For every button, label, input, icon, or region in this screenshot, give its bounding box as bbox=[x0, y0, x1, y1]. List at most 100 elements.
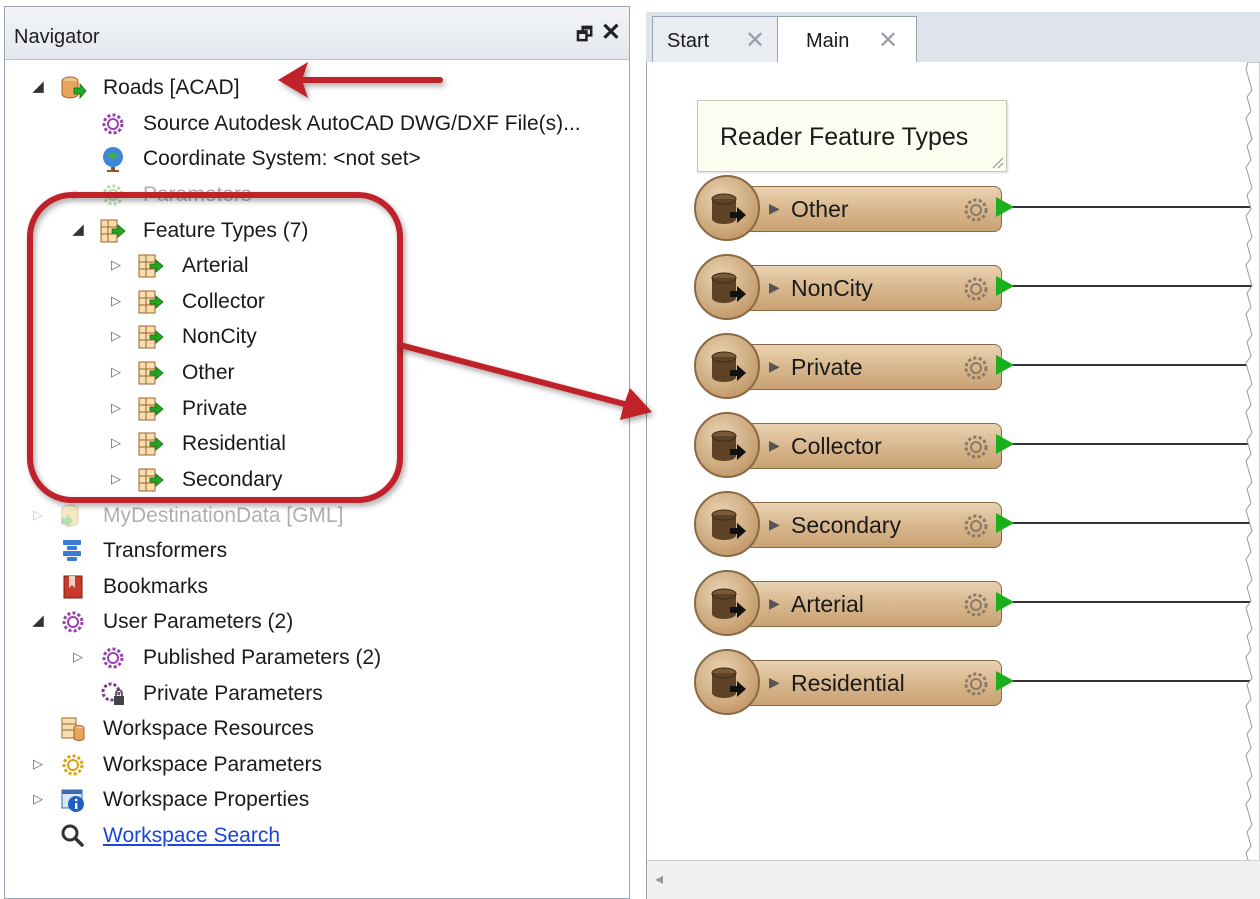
expand-arrow-icon[interactable]: ▷ bbox=[31, 506, 45, 524]
feature-type-noncity[interactable]: ▶ NonCity bbox=[694, 254, 1260, 320]
tree-item-workspace-resources[interactable]: Workspace Resources bbox=[5, 712, 625, 746]
output-port-icon[interactable] bbox=[996, 197, 1014, 217]
feature-type-body[interactable]: ▶ Arterial bbox=[734, 581, 1002, 627]
tree-item-label: Coordinate System: <not set> bbox=[143, 147, 421, 170]
gear-icon[interactable] bbox=[961, 353, 991, 383]
reader-badge bbox=[694, 254, 760, 320]
expand-arrow-icon[interactable]: ▷ bbox=[109, 292, 123, 310]
tab-bar: Start ✕ Main ✕ bbox=[646, 12, 1260, 63]
expand-arrow-icon[interactable]: ▷ bbox=[71, 648, 85, 666]
tree-item-mydestinationdata-gml[interactable]: ▷ MyDestinationData [GML] bbox=[5, 499, 625, 533]
expand-arrow-icon[interactable]: ▶ bbox=[769, 279, 780, 296]
tree-item-collector[interactable]: ▷ Collector bbox=[5, 285, 625, 319]
expand-arrow-icon[interactable]: ▷ bbox=[109, 434, 123, 452]
tree-item-other[interactable]: ▷ Other bbox=[5, 356, 625, 390]
tree-item-workspace-properties[interactable]: ▷ Workspace Properties bbox=[5, 783, 625, 817]
tree-item-workspace-search[interactable]: Workspace Search bbox=[5, 819, 625, 853]
tree-item-user-parameters-2[interactable]: ◢ User Parameters (2) bbox=[5, 605, 625, 639]
expand-arrow-icon[interactable]: ▷ bbox=[31, 790, 45, 808]
feature-type-secondary[interactable]: ▶ Secondary bbox=[694, 491, 1260, 557]
feature-type-body[interactable]: ▶ Private bbox=[734, 344, 1002, 390]
expand-arrow-icon[interactable]: ▷ bbox=[109, 470, 123, 488]
connection-line bbox=[1004, 680, 1260, 682]
reader-badge bbox=[694, 491, 760, 557]
workspace-canvas[interactable]: Reader Feature Types ▶ Other ▶ NonCity ▶ Priv… bbox=[646, 62, 1260, 899]
expand-arrow-icon[interactable]: ▶ bbox=[769, 437, 780, 454]
tree-item-parameters[interactable]: ▷ Parameters bbox=[5, 178, 625, 212]
database-icon bbox=[708, 664, 748, 704]
tree-item-coordinate-system-not-set[interactable]: Coordinate System: <not set> bbox=[5, 142, 625, 176]
tree-item-arterial[interactable]: ▷ Arterial bbox=[5, 249, 625, 283]
expand-arrow-icon[interactable]: ▶ bbox=[769, 674, 780, 691]
feature-type-name: Collector bbox=[791, 433, 882, 459]
output-port-icon[interactable] bbox=[996, 355, 1014, 375]
tree-item-secondary[interactable]: ▷ Secondary bbox=[5, 463, 625, 497]
feature-type-arterial[interactable]: ▶ Arterial bbox=[694, 570, 1260, 636]
expand-arrow-icon[interactable]: ▷ bbox=[109, 399, 123, 417]
output-port-icon[interactable] bbox=[996, 592, 1014, 612]
expand-arrow-icon[interactable]: ▷ bbox=[109, 256, 123, 274]
output-port-icon[interactable] bbox=[996, 276, 1014, 296]
annotation-note[interactable]: Reader Feature Types bbox=[697, 100, 1007, 172]
expand-arrow-icon[interactable]: ▷ bbox=[71, 185, 85, 203]
expand-arrow-icon[interactable]: ▶ bbox=[769, 200, 780, 217]
scroll-left-icon[interactable]: ◂ bbox=[655, 869, 663, 889]
tab-start-close-icon[interactable]: ✕ bbox=[745, 26, 765, 55]
feature-type-body[interactable]: ▶ Other bbox=[734, 186, 1002, 232]
expand-arrow-icon[interactable]: ▶ bbox=[769, 516, 780, 533]
globe-icon bbox=[99, 145, 127, 173]
collapse-arrow-icon[interactable]: ◢ bbox=[71, 221, 85, 239]
collapse-arrow-icon[interactable]: ◢ bbox=[31, 612, 45, 630]
expand-arrow-icon[interactable]: ▷ bbox=[109, 363, 123, 381]
tree-item-roads-acad[interactable]: ◢ Roads [ACAD] bbox=[5, 71, 625, 105]
tree-item-label: Private bbox=[182, 397, 248, 420]
tree-item-label: Workspace Resources bbox=[103, 717, 314, 740]
tree-item-workspace-parameters[interactable]: ▷ Workspace Parameters bbox=[5, 748, 625, 782]
feature-type-private[interactable]: ▶ Private bbox=[694, 333, 1260, 399]
tree-item-residential[interactable]: ▷ Residential bbox=[5, 427, 625, 461]
feature-type-body[interactable]: ▶ Residential bbox=[734, 660, 1002, 706]
tree-item-transformers[interactable]: Transformers bbox=[5, 534, 625, 568]
gear-icon[interactable] bbox=[961, 195, 991, 225]
tree-item-private[interactable]: ▷ Private bbox=[5, 392, 625, 426]
tree-item-noncity[interactable]: ▷ NonCity bbox=[5, 320, 625, 354]
feature-type-body[interactable]: ▶ NonCity bbox=[734, 265, 1002, 311]
gear-icon[interactable] bbox=[961, 274, 991, 304]
expand-arrow-icon[interactable]: ▷ bbox=[109, 327, 123, 345]
tab-main-close-icon[interactable]: ✕ bbox=[878, 26, 898, 55]
gear-purple-icon bbox=[99, 644, 127, 672]
feature-type-other[interactable]: ▶ Other bbox=[694, 175, 1260, 241]
tree-item-published-parameters-2[interactable]: ▷ Published Parameters (2) bbox=[5, 641, 625, 675]
feature-type-icon bbox=[137, 288, 165, 316]
expand-arrow-icon[interactable]: ▶ bbox=[769, 358, 780, 375]
collapse-arrow-icon[interactable]: ◢ bbox=[31, 78, 45, 96]
feature-type-body[interactable]: ▶ Collector bbox=[734, 423, 1002, 469]
tree-item-source-autodesk-autocad-dwg-dxf-file-s[interactable]: Source Autodesk AutoCAD DWG/DXF File(s).… bbox=[5, 107, 625, 141]
gear-icon[interactable] bbox=[961, 511, 991, 541]
tree-item-bookmarks[interactable]: Bookmarks bbox=[5, 570, 625, 604]
expand-arrow-icon[interactable]: ▷ bbox=[31, 755, 45, 773]
horizontal-scrollbar[interactable]: ◂ bbox=[647, 860, 1260, 899]
search-icon bbox=[59, 822, 87, 850]
output-port-icon[interactable] bbox=[996, 434, 1014, 454]
close-panel-icon[interactable]: ✕ bbox=[601, 18, 621, 47]
float-panel-icon[interactable]: 🗗 bbox=[576, 22, 593, 52]
tree-item-private-parameters[interactable]: Private Parameters bbox=[5, 677, 625, 711]
feature-type-icon bbox=[137, 252, 165, 280]
gear-icon[interactable] bbox=[961, 669, 991, 699]
tree-item-feature-types-7[interactable]: ◢ Feature Types (7) bbox=[5, 214, 625, 248]
feature-type-icon bbox=[137, 359, 165, 387]
output-port-icon[interactable] bbox=[996, 671, 1014, 691]
expand-arrow-icon[interactable]: ▶ bbox=[769, 595, 780, 612]
gear-icon[interactable] bbox=[961, 590, 991, 620]
gear-icon[interactable] bbox=[961, 432, 991, 462]
navigator-tree: ◢ Roads [ACAD] Source Autodesk AutoCAD DWG… bbox=[5, 59, 629, 898]
feature-type-body[interactable]: ▶ Secondary bbox=[734, 502, 1002, 548]
tab-main[interactable]: Main ✕ bbox=[777, 16, 917, 63]
output-port-icon[interactable] bbox=[996, 513, 1014, 533]
resize-grip-icon[interactable] bbox=[992, 157, 1004, 169]
feature-type-residential[interactable]: ▶ Residential bbox=[694, 649, 1260, 715]
feature-type-collector[interactable]: ▶ Collector bbox=[694, 412, 1260, 478]
tab-start[interactable]: Start ✕ bbox=[652, 16, 778, 62]
tree-item-label[interactable]: Workspace Search bbox=[103, 824, 280, 848]
